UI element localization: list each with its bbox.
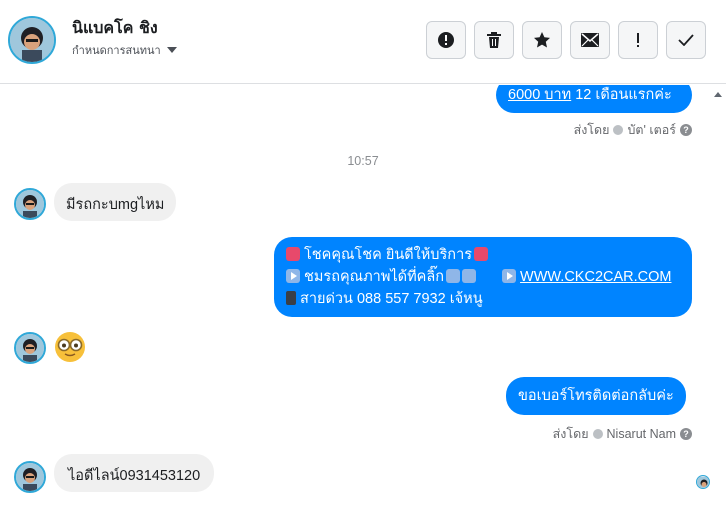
sender-name[interactable]: Nisarut Nam	[607, 427, 676, 441]
phone-icon	[286, 291, 296, 305]
message-line: สายด่วน 088 557 7932 เจ้หนู	[286, 288, 680, 310]
mark-done-button[interactable]	[666, 21, 706, 59]
exclamation-icon	[637, 33, 639, 47]
scroll-up-arrow-icon[interactable]	[714, 92, 722, 97]
contact-avatar-small[interactable]	[14, 461, 46, 493]
outgoing-message[interactable]: 6000 บาท 12 เดือนแรกค่ะ	[496, 85, 692, 113]
message-line: ชมรถคุณภาพได้ที่คลิ๊ก WWW.CKC2CAR.COM	[286, 266, 680, 288]
exclamation-circle-icon	[438, 32, 454, 48]
sent-check-icon	[613, 125, 624, 135]
assign-label: กำหนดการสนทนา	[72, 44, 161, 57]
seen-indicator-avatar	[696, 475, 710, 489]
message-line: โชคคุณโชค ยินดีให้บริการ	[286, 244, 680, 266]
down-arrow-icon	[462, 269, 477, 283]
message-thread[interactable]: 6000 บาท 12 เดือนแรกค่ะ ส่งโดย บัต' เตอร…	[0, 85, 726, 513]
assign-conversation-dropdown[interactable]: กำหนดการสนทนา	[72, 41, 177, 59]
sender-name[interactable]: บัต' เตอร์	[627, 120, 676, 140]
help-icon[interactable]: ?	[680, 124, 692, 136]
report-button[interactable]	[426, 21, 466, 59]
mark-unread-button[interactable]	[570, 21, 610, 59]
contact-avatar-small[interactable]	[14, 188, 46, 220]
delete-button[interactable]	[474, 21, 514, 59]
message-line-text: โชคคุณโชค ยินดีให้บริการ	[304, 247, 473, 263]
incoming-message[interactable]: ไอดีไลน์0931453120	[54, 454, 215, 492]
outgoing-message-multiline[interactable]: โชคคุณโชค ยินดีให้บริการ ชมรถคุณภาพได้ที…	[274, 237, 692, 317]
nerd-glasses-emoji-icon[interactable]	[54, 331, 86, 363]
message-line-text: สายด่วน 088 557 7932 เจ้หนู	[300, 291, 483, 307]
conversation-header: นิแบคโค ชิง กำหนดการสนทนา	[0, 0, 726, 84]
envelope-icon	[581, 33, 599, 47]
down-arrow-icon	[446, 269, 461, 283]
message-text: 12 เดือนแรกค่ะ	[571, 87, 672, 103]
message-link[interactable]: 6000 บาท	[508, 87, 571, 103]
check-icon	[678, 34, 694, 46]
red-banner-icon	[474, 247, 489, 261]
play-icon	[502, 269, 517, 283]
play-icon	[286, 269, 300, 283]
contact-avatar-small[interactable]	[14, 332, 46, 364]
message-timestamp: 10:57	[347, 154, 379, 168]
sent-by-prefix: ส่งโดย	[552, 427, 589, 441]
sent-by-label: ส่งโดย Nisarut Nam ?	[553, 424, 692, 444]
contact-avatar[interactable]	[8, 16, 56, 64]
follow-up-button[interactable]	[618, 21, 658, 59]
header-actions	[426, 21, 706, 59]
incoming-message[interactable]: มีรถกะบmgไหม	[54, 183, 177, 221]
red-banner-icon	[286, 247, 300, 261]
sent-by-label: ส่งโดย บัต' เตอร์ ?	[574, 120, 692, 140]
chevron-down-icon	[166, 47, 177, 53]
star-icon	[534, 32, 550, 48]
outgoing-message[interactable]: ขอเบอร์โทรติดต่อกลับค่ะ	[506, 377, 686, 415]
contact-name[interactable]: นิแบคโค ชิง	[72, 16, 158, 41]
website-link[interactable]: WWW.CKC2CAR.COM	[520, 269, 671, 285]
star-button[interactable]	[522, 21, 562, 59]
message-line-text: ชมรถคุณภาพได้ที่คลิ๊ก	[304, 269, 445, 285]
help-icon[interactable]: ?	[680, 428, 692, 440]
sent-check-icon	[592, 429, 603, 439]
trash-icon	[487, 32, 501, 48]
sent-by-prefix: ส่งโดย	[573, 123, 610, 137]
